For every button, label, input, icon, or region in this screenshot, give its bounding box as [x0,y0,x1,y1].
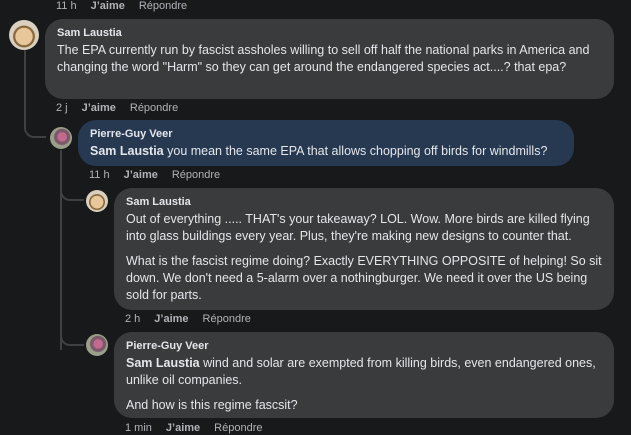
comment-bubble: Pierre-Guy Veer Sam Laustia you mean the… [78,120,574,166]
comment-text: Sam Laustia you mean the same EPA that a… [90,143,562,160]
thread-line [24,50,46,138]
comment-meta: 11 h J’aime Répondre [56,0,187,12]
avatar[interactable] [50,127,72,149]
comment-bubble: Sam Laustia Out of everything ..... THAT… [114,188,614,310]
comment-paragraph: And how is this regime fascsit? [126,398,298,412]
mention-link[interactable]: Sam Laustia [126,356,200,370]
like-button[interactable]: J’aime [124,169,158,181]
comment-paragraph-text: you mean the same EPA that allows choppi… [163,144,548,158]
comment-paragraph: Sam Laustia wind and solar are exempted … [126,355,602,389]
reply-button[interactable]: Répondre [139,0,187,12]
reply-button[interactable]: Répondre [172,169,220,181]
like-button[interactable]: J’aime [82,102,116,114]
mention-link[interactable]: Sam Laustia [90,144,164,158]
thread-line [60,150,62,350]
comment-author[interactable]: Sam Laustia [57,27,602,39]
comment-author[interactable]: Pierre-Guy Veer [90,128,562,140]
like-button[interactable]: J’aime [154,313,188,325]
comment-paragraph: The EPA currently run by fascist asshole… [57,43,590,74]
comment-time[interactable]: 1 min [125,422,152,434]
reply-button[interactable]: Répondre [214,422,262,434]
thread-line [60,330,84,346]
comment-meta: 11 h J’aime Répondre [89,169,220,181]
thread-line [60,185,84,201]
comment-text: The EPA currently run by fascist asshole… [57,42,602,76]
comment-bubble: Sam Laustia The EPA currently run by fas… [45,19,614,99]
like-button[interactable]: J’aime [166,422,200,434]
comment-time[interactable]: 11 h [89,169,110,181]
comment-author[interactable]: Pierre-Guy Veer [126,340,602,352]
avatar[interactable] [86,190,108,212]
comment-paragraph: Out of everything ..... THAT's your take… [126,212,590,243]
comment-text: Out of everything ..... THAT's your take… [126,211,602,304]
comment-author[interactable]: Sam Laustia [126,196,602,208]
reply-button[interactable]: Répondre [203,313,251,325]
avatar[interactable] [9,20,39,50]
comment-meta: 2 h J’aime Répondre [125,313,251,325]
comment-meta: 2 j J’aime Répondre [56,102,178,114]
comment-time[interactable]: 2 h [125,313,140,325]
avatar[interactable] [86,334,108,356]
comment-time[interactable]: 11 h [56,0,77,12]
comment-paragraph: Sam Laustia you mean the same EPA that a… [90,143,562,160]
comment-bubble: Pierre-Guy Veer Sam Laustia wind and sol… [114,332,614,418]
comment-paragraph: What is the fascist regime doing? Exactl… [126,254,602,302]
comment-time[interactable]: 2 j [56,102,68,114]
comment-text: Sam Laustia wind and solar are exempted … [126,355,602,414]
comment-meta: 1 min J’aime Répondre [125,422,262,434]
reply-button[interactable]: Répondre [130,102,178,114]
like-button[interactable]: J’aime [91,0,125,12]
